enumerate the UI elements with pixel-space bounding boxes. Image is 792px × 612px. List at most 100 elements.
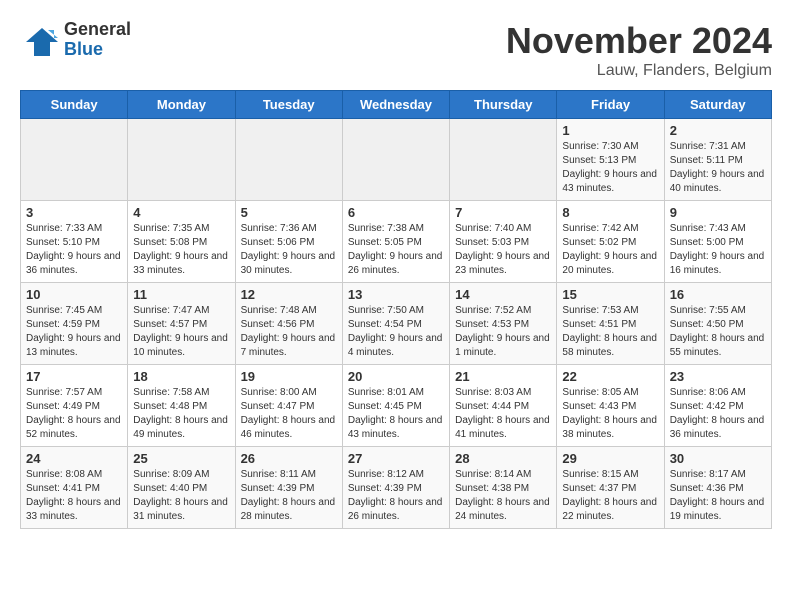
- day-info: Sunrise: 7:55 AMSunset: 4:50 PMDaylight:…: [670, 304, 766, 360]
- calendar-cell: 19Sunrise: 8:00 AMSunset: 4:47 PMDayligh…: [235, 365, 342, 447]
- calendar-cell: 11Sunrise: 7:47 AMSunset: 4:57 PMDayligh…: [128, 283, 235, 365]
- day-number: 30: [670, 451, 766, 466]
- title-section: November 2024 Lauw, Flanders, Belgium: [506, 20, 772, 80]
- day-number: 4: [133, 205, 229, 220]
- day-info: Sunrise: 7:52 AMSunset: 4:53 PMDaylight:…: [455, 304, 551, 360]
- calendar-cell: 7 Sunrise: 7:40 AMSunset: 5:03 PMDaylight…: [450, 201, 557, 283]
- day-number: 29: [562, 451, 658, 466]
- col-friday: Friday: [557, 91, 664, 119]
- day-number: 2: [670, 123, 766, 138]
- day-number: 20: [348, 369, 444, 384]
- day-number: 10: [26, 287, 122, 302]
- day-info: Sunrise: 7:53 AMSunset: 4:51 PMDaylight:…: [562, 304, 658, 360]
- calendar-cell: 16 Sunrise: 7:55 AMSunset: 4:50 PMDayligh…: [664, 283, 771, 365]
- day-info: Sunrise: 7:30 AMSunset: 5:13 PMDaylight:…: [562, 140, 658, 196]
- day-info: Sunrise: 7:35 AMSunset: 5:08 PMDaylight:…: [133, 222, 229, 278]
- calendar-cell: [128, 119, 235, 201]
- calendar-cell: 3 Sunrise: 7:33 AMSunset: 5:10 PMDaylight…: [21, 201, 128, 283]
- day-number: 8: [562, 205, 658, 220]
- calendar-cell: 26 Sunrise: 8:11 AMSunset: 4:39 PMDayligh…: [235, 447, 342, 529]
- location-subtitle: Lauw, Flanders, Belgium: [506, 62, 772, 80]
- logo: General Blue: [20, 20, 131, 60]
- day-info: Sunrise: 7:36 AMSunset: 5:06 PMDaylight:…: [241, 222, 337, 278]
- day-info: Sunrise: 8:05 AMSunset: 4:43 PMDaylight:…: [562, 386, 658, 442]
- calendar-cell: 13 Sunrise: 7:50 AMSunset: 4:54 PMDayligh…: [342, 283, 449, 365]
- day-info: Sunrise: 7:50 AMSunset: 4:54 PMDaylight:…: [348, 304, 444, 360]
- day-number: 15: [562, 287, 658, 302]
- day-info: Sunrise: 8:01 AMSunset: 4:45 PMDaylight:…: [348, 386, 444, 442]
- calendar-cell: 15 Sunrise: 7:53 AMSunset: 4:51 PMDayligh…: [557, 283, 664, 365]
- week-row-3: 17 Sunrise: 7:57 AMSunset: 4:49 PMDayligh…: [21, 365, 772, 447]
- col-sunday: Sunday: [21, 91, 128, 119]
- day-number: 23: [670, 369, 766, 384]
- calendar-cell: 25 Sunrise: 8:09 AMSunset: 4:40 PMDayligh…: [128, 447, 235, 529]
- calendar-cell: 18Sunrise: 7:58 AMSunset: 4:48 PMDayligh…: [128, 365, 235, 447]
- calendar-cell: 6 Sunrise: 7:38 AMSunset: 5:05 PMDaylight…: [342, 201, 449, 283]
- day-info: Sunrise: 8:15 AMSunset: 4:37 PMDaylight:…: [562, 468, 658, 524]
- logo-text: General Blue: [64, 20, 131, 60]
- day-number: 16: [670, 287, 766, 302]
- calendar-cell: 22 Sunrise: 8:05 AMSunset: 4:43 PMDayligh…: [557, 365, 664, 447]
- calendar-cell: 27 Sunrise: 8:12 AMSunset: 4:39 PMDayligh…: [342, 447, 449, 529]
- day-number: 6: [348, 205, 444, 220]
- day-number: 21: [455, 369, 551, 384]
- day-number: 5: [241, 205, 337, 220]
- week-row-2: 10 Sunrise: 7:45 AMSunset: 4:59 PMDayligh…: [21, 283, 772, 365]
- day-info: Sunrise: 8:17 AMSunset: 4:36 PMDaylight:…: [670, 468, 766, 524]
- col-monday: Monday: [128, 91, 235, 119]
- week-row-4: 24Sunrise: 8:08 AMSunset: 4:41 PMDayligh…: [21, 447, 772, 529]
- calendar-cell: 9 Sunrise: 7:43 AMSunset: 5:00 PMDaylight…: [664, 201, 771, 283]
- day-number: 13: [348, 287, 444, 302]
- day-number: 19: [241, 369, 337, 384]
- day-number: 17: [26, 369, 122, 384]
- day-info: Sunrise: 7:38 AMSunset: 5:05 PMDaylight:…: [348, 222, 444, 278]
- calendar-cell: 30 Sunrise: 8:17 AMSunset: 4:36 PMDayligh…: [664, 447, 771, 529]
- day-info: Sunrise: 8:11 AMSunset: 4:39 PMDaylight:…: [241, 468, 337, 524]
- calendar-cell: [342, 119, 449, 201]
- day-info: Sunrise: 8:09 AMSunset: 4:40 PMDaylight:…: [133, 468, 229, 524]
- day-info: Sunrise: 7:57 AMSunset: 4:49 PMDaylight:…: [26, 386, 122, 442]
- month-title: November 2024: [506, 20, 772, 62]
- col-tuesday: Tuesday: [235, 91, 342, 119]
- day-info: Sunrise: 8:12 AMSunset: 4:39 PMDaylight:…: [348, 468, 444, 524]
- calendar-cell: 23 Sunrise: 8:06 AMSunset: 4:42 PMDayligh…: [664, 365, 771, 447]
- day-info: Sunrise: 8:08 AMSunset: 4:41 PMDaylight:…: [26, 468, 122, 524]
- calendar-cell: 1Sunrise: 7:30 AMSunset: 5:13 PMDaylight…: [557, 119, 664, 201]
- week-row-0: 1Sunrise: 7:30 AMSunset: 5:13 PMDaylight…: [21, 119, 772, 201]
- logo-blue: Blue: [64, 40, 131, 60]
- day-number: 22: [562, 369, 658, 384]
- day-info: Sunrise: 7:47 AMSunset: 4:57 PMDaylight:…: [133, 304, 229, 360]
- calendar-cell: 8 Sunrise: 7:42 AMSunset: 5:02 PMDaylight…: [557, 201, 664, 283]
- day-number: 28: [455, 451, 551, 466]
- day-info: Sunrise: 7:45 AMSunset: 4:59 PMDaylight:…: [26, 304, 122, 360]
- day-number: 7: [455, 205, 551, 220]
- day-info: Sunrise: 7:48 AMSunset: 4:56 PMDaylight:…: [241, 304, 337, 360]
- calendar-cell: [450, 119, 557, 201]
- day-info: Sunrise: 7:40 AMSunset: 5:03 PMDaylight:…: [455, 222, 551, 278]
- calendar-cell: 5 Sunrise: 7:36 AMSunset: 5:06 PMDaylight…: [235, 201, 342, 283]
- day-number: 27: [348, 451, 444, 466]
- calendar-cell: 2Sunrise: 7:31 AMSunset: 5:11 PMDaylight…: [664, 119, 771, 201]
- calendar-cell: 29 Sunrise: 8:15 AMSunset: 4:37 PMDayligh…: [557, 447, 664, 529]
- day-number: 12: [241, 287, 337, 302]
- calendar-cell: 17 Sunrise: 7:57 AMSunset: 4:49 PMDayligh…: [21, 365, 128, 447]
- calendar-cell: 14Sunrise: 7:52 AMSunset: 4:53 PMDayligh…: [450, 283, 557, 365]
- week-row-1: 3 Sunrise: 7:33 AMSunset: 5:10 PMDaylight…: [21, 201, 772, 283]
- calendar-cell: [21, 119, 128, 201]
- day-info: Sunrise: 8:06 AMSunset: 4:42 PMDaylight:…: [670, 386, 766, 442]
- day-number: 3: [26, 205, 122, 220]
- day-number: 9: [670, 205, 766, 220]
- day-number: 26: [241, 451, 337, 466]
- day-info: Sunrise: 8:14 AMSunset: 4:38 PMDaylight:…: [455, 468, 551, 524]
- calendar-header: Sunday Monday Tuesday Wednesday Thursday…: [21, 91, 772, 119]
- day-info: Sunrise: 8:03 AMSunset: 4:44 PMDaylight:…: [455, 386, 551, 442]
- calendar-cell: 10 Sunrise: 7:45 AMSunset: 4:59 PMDayligh…: [21, 283, 128, 365]
- day-info: Sunrise: 7:42 AMSunset: 5:02 PMDaylight:…: [562, 222, 658, 278]
- day-info: Sunrise: 7:43 AMSunset: 5:00 PMDaylight:…: [670, 222, 766, 278]
- col-wednesday: Wednesday: [342, 91, 449, 119]
- logo-icon: [20, 20, 60, 60]
- calendar-cell: 20 Sunrise: 8:01 AMSunset: 4:45 PMDayligh…: [342, 365, 449, 447]
- logo-general: General: [64, 20, 131, 40]
- day-number: 25: [133, 451, 229, 466]
- day-info: Sunrise: 7:33 AMSunset: 5:10 PMDaylight:…: [26, 222, 122, 278]
